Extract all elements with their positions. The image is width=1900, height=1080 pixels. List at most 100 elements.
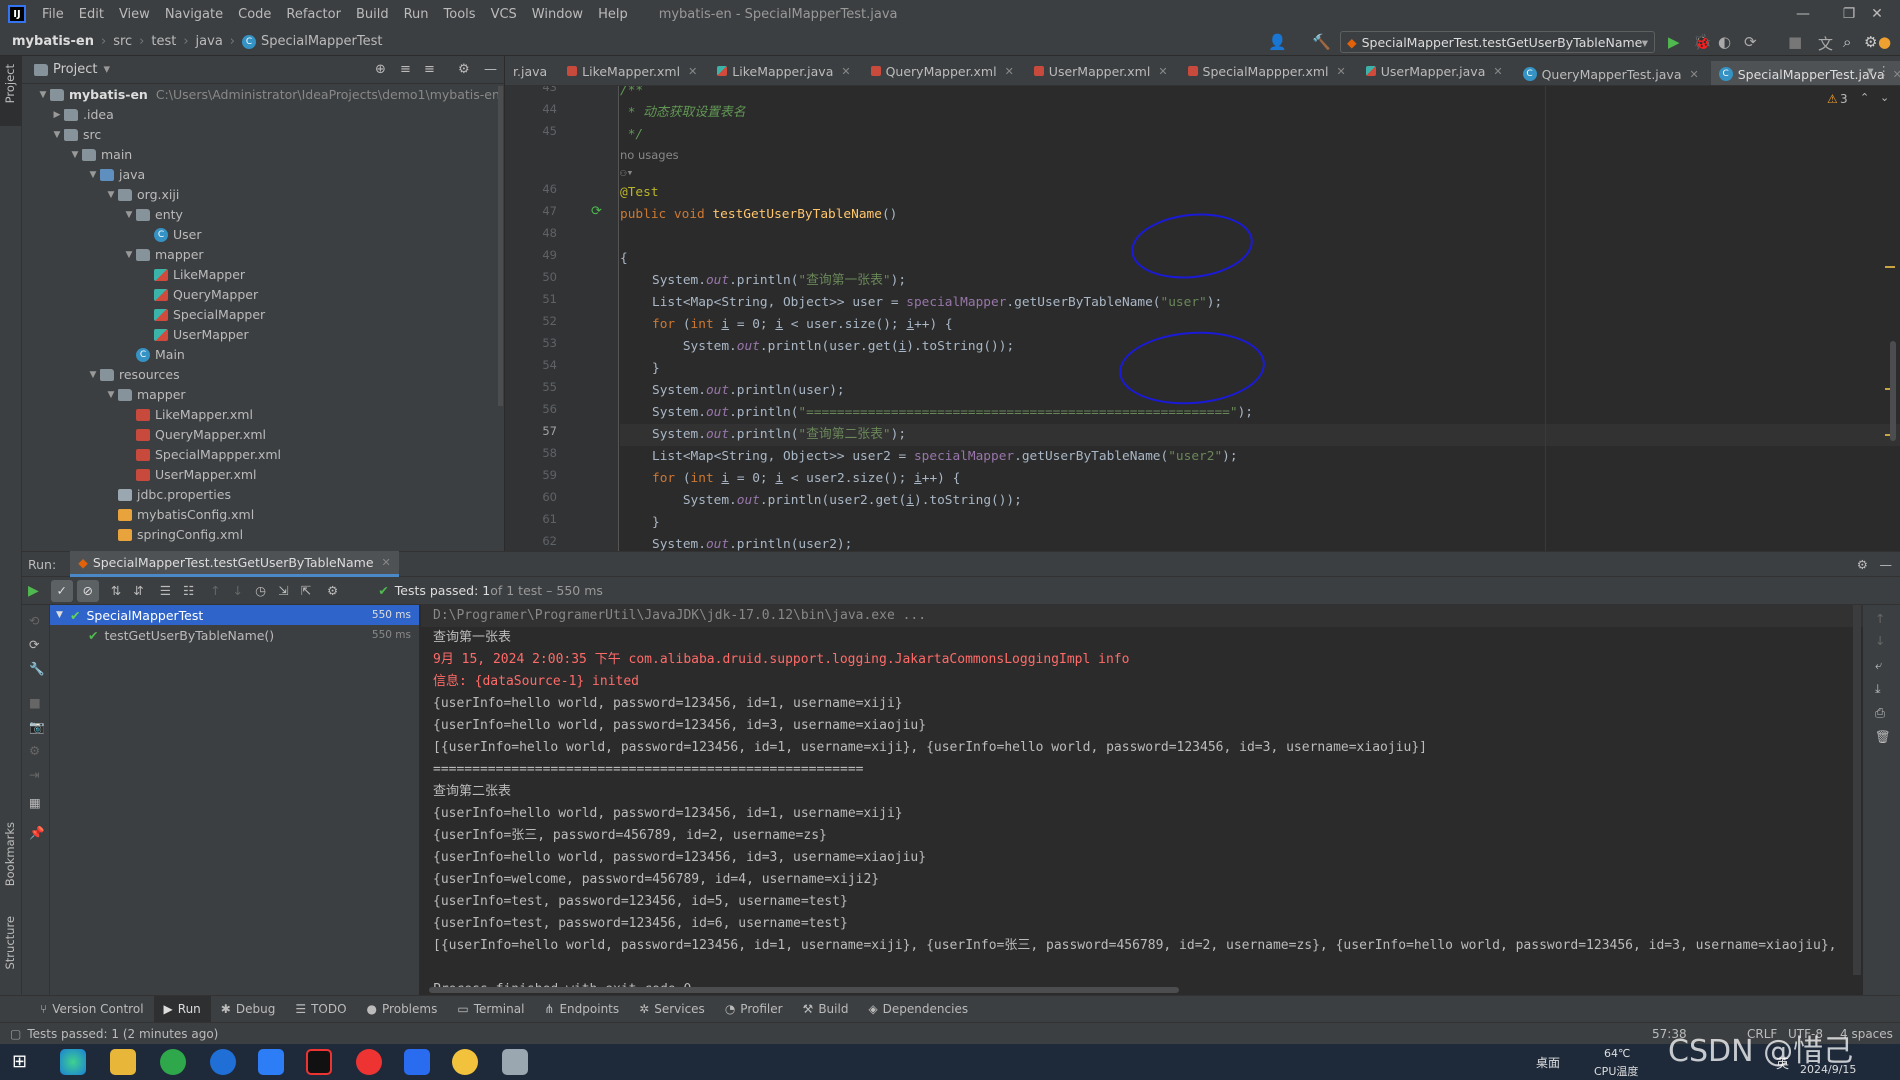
collapse-all-icon[interactable]: ≡ bbox=[424, 62, 435, 77]
breadcrumb-project[interactable]: mybatis-en bbox=[12, 34, 94, 49]
down-icon[interactable]: ↓ bbox=[1875, 633, 1885, 648]
chevron-down-icon[interactable]: ▼ bbox=[36, 85, 50, 105]
tree-item-specialmappper-xml[interactable]: SpecialMappper.xml bbox=[22, 445, 504, 465]
file-explorer-icon[interactable] bbox=[110, 1049, 136, 1075]
tab-querymappertest-java[interactable]: C QueryMapperTest.java ✕ bbox=[1515, 59, 1707, 85]
tree-item-likemapper[interactable]: LikeMapper bbox=[22, 265, 504, 285]
tree-item-idea[interactable]: ▶ .idea bbox=[22, 105, 504, 125]
collapse-all-icon[interactable]: ☷ bbox=[183, 583, 194, 598]
minimize-icon[interactable]: — bbox=[1780, 0, 1826, 28]
close-icon[interactable]: ✕ bbox=[1158, 65, 1167, 78]
expand-all-icon[interactable]: ≡ bbox=[400, 62, 411, 77]
tree-item-user[interactable]: C User bbox=[22, 225, 504, 245]
code-editor[interactable]: 43 44 45 46 47 48 49 50 51 52 53 54 55 5… bbox=[505, 86, 1900, 551]
tab-r-java[interactable]: r.java bbox=[505, 57, 555, 86]
gear-icon[interactable]: ⚙ bbox=[458, 62, 470, 77]
test-suite-row[interactable]: ▼ ✔ SpecialMapperTest 550 ms bbox=[50, 605, 419, 625]
menu-navigate[interactable]: Navigate bbox=[165, 7, 223, 22]
scroll-to-end-icon[interactable]: ⤓ bbox=[1875, 681, 1881, 697]
tool-terminal[interactable]: ▭ Terminal bbox=[447, 996, 534, 1023]
tree-item-mybatisconfig[interactable]: mybatisConfig.xml bbox=[22, 505, 504, 525]
up-icon[interactable]: ↑ bbox=[1875, 611, 1885, 626]
chevron-down-icon[interactable]: ▼ bbox=[50, 125, 64, 145]
editor-scrollbar[interactable] bbox=[1890, 341, 1896, 441]
menu-edit[interactable]: Edit bbox=[79, 7, 104, 22]
sort-alpha-icon[interactable]: ⇅ bbox=[111, 583, 121, 598]
netease-music-icon[interactable] bbox=[356, 1049, 382, 1075]
build-hammer-icon[interactable]: 🔨 bbox=[1312, 33, 1331, 51]
tab-likemapper-java[interactable]: LikeMapper.java ✕ bbox=[709, 56, 858, 85]
tool-services[interactable]: ✲ Services bbox=[629, 996, 715, 1023]
close-icon[interactable]: ✕ bbox=[1854, 0, 1900, 28]
chevron-down-icon[interactable]: ▼ bbox=[68, 145, 82, 165]
prev-failed-icon[interactable]: ↑ bbox=[210, 583, 220, 598]
close-icon[interactable]: ✕ bbox=[1493, 65, 1502, 78]
print-icon[interactable]: ⎙ bbox=[1875, 705, 1885, 721]
wps-icon[interactable] bbox=[404, 1049, 430, 1075]
tab-usermapper-java[interactable]: UserMapper.java ✕ bbox=[1358, 56, 1511, 85]
chevron-right-icon[interactable]: ▶ bbox=[50, 105, 64, 125]
next-failed-icon[interactable]: ↓ bbox=[233, 583, 243, 598]
tree-item-likemapper-xml[interactable]: LikeMapper.xml bbox=[22, 405, 504, 425]
test-case-row[interactable]: ✔ testGetUserByTableName() 550 ms bbox=[50, 625, 419, 645]
tool-profiler[interactable]: ◔ Profiler bbox=[715, 996, 793, 1023]
menu-vcs[interactable]: VCS bbox=[491, 7, 517, 22]
warning-icon[interactable]: ⚠ bbox=[1827, 92, 1838, 106]
breadcrumb-class[interactable]: SpecialMapperTest bbox=[261, 34, 382, 49]
console-vertical-scrollbar[interactable] bbox=[1853, 605, 1861, 975]
tree-item-main[interactable]: ▼ main bbox=[22, 145, 504, 165]
tree-item-enty[interactable]: ▼ enty bbox=[22, 205, 504, 225]
tree-item-usermapper[interactable]: UserMapper bbox=[22, 325, 504, 345]
breadcrumb-test[interactable]: test bbox=[151, 34, 176, 49]
update-icon[interactable]: ● bbox=[1878, 33, 1891, 51]
chevron-down-icon[interactable]: ▼ bbox=[122, 245, 136, 265]
stop-icon[interactable]: ■ bbox=[1788, 33, 1802, 51]
close-icon[interactable]: ✕ bbox=[688, 65, 697, 78]
console-horizontal-scrollbar[interactable] bbox=[429, 987, 1179, 993]
tree-item-springconfig[interactable]: springConfig.xml bbox=[22, 525, 504, 545]
layout-icon[interactable]: ▦ bbox=[29, 795, 41, 810]
tab-querymapper-xml[interactable]: QueryMapper.xml ✕ bbox=[863, 56, 1022, 85]
chevron-up-icon[interactable]: ⌃ bbox=[1860, 91, 1869, 104]
close-icon[interactable]: ✕ bbox=[1690, 68, 1699, 81]
app-icon[interactable] bbox=[502, 1049, 528, 1075]
tree-item-mapper[interactable]: ▼ mapper bbox=[22, 245, 504, 265]
chevron-down-icon[interactable]: ▾ bbox=[103, 62, 110, 77]
rerun-failed-icon[interactable]: ⟲ bbox=[29, 613, 39, 628]
tab-likemapper-xml[interactable]: LikeMapper.xml ✕ bbox=[559, 56, 705, 85]
chevron-down-icon[interactable]: ▼ bbox=[122, 205, 136, 225]
author-hint-icon[interactable]: ⚇▾ bbox=[620, 162, 633, 184]
menu-run[interactable]: Run bbox=[404, 7, 429, 22]
project-tool-tab[interactable]: Project bbox=[3, 64, 17, 103]
tree-item-mapper-res[interactable]: ▼ mapper bbox=[22, 385, 504, 405]
menu-view[interactable]: View bbox=[119, 7, 150, 22]
search-icon[interactable]: ⌕ bbox=[1843, 33, 1851, 51]
history-icon[interactable]: ◷ bbox=[255, 583, 266, 598]
tree-item-root[interactable]: ▼ mybatis-en C:\Users\Administrator\IdeaPr… bbox=[22, 85, 504, 105]
exit-icon[interactable]: ⇥ bbox=[29, 767, 39, 782]
breadcrumb-src[interactable]: src bbox=[113, 34, 132, 49]
structure-tool-tab[interactable]: Structure bbox=[3, 916, 17, 970]
hide-icon[interactable]: — bbox=[484, 62, 497, 77]
ie-icon[interactable] bbox=[210, 1049, 236, 1075]
camera-icon[interactable]: 📷 bbox=[29, 719, 45, 735]
tree-item-querymapper-xml[interactable]: QueryMapper.xml bbox=[22, 425, 504, 445]
stop-icon[interactable]: ■ bbox=[29, 695, 41, 710]
menu-tools[interactable]: Tools bbox=[444, 7, 476, 22]
coverage-icon[interactable]: ◐ bbox=[1718, 33, 1731, 51]
translate-icon[interactable]: 文 bbox=[1818, 33, 1833, 54]
show-ignored-icon[interactable]: ⊘ bbox=[76, 579, 99, 602]
run-configuration-select[interactable]: ◆ SpecialMapperTest.testGetUserByTableNa… bbox=[1340, 31, 1655, 53]
settings-icon[interactable]: ⚙ bbox=[327, 583, 338, 598]
profile-icon[interactable]: ⟳ bbox=[1744, 33, 1757, 51]
edge-icon[interactable] bbox=[60, 1049, 86, 1075]
chevron-down-icon[interactable]: ▼ bbox=[86, 365, 100, 385]
layout-icon[interactable]: ▢ bbox=[10, 1027, 21, 1041]
intellij-logo-icon[interactable]: IJ bbox=[8, 5, 26, 23]
close-icon[interactable]: ✕ bbox=[1893, 68, 1900, 81]
tree-item-resources[interactable]: ▼ resources bbox=[22, 365, 504, 385]
toggle-auto-test-icon[interactable]: ⟳ bbox=[29, 637, 39, 652]
tool-debug[interactable]: ✱ Debug bbox=[211, 996, 286, 1023]
inspection-count[interactable]: 3 bbox=[1840, 92, 1848, 106]
expand-all-icon[interactable]: ☰ bbox=[160, 583, 171, 598]
